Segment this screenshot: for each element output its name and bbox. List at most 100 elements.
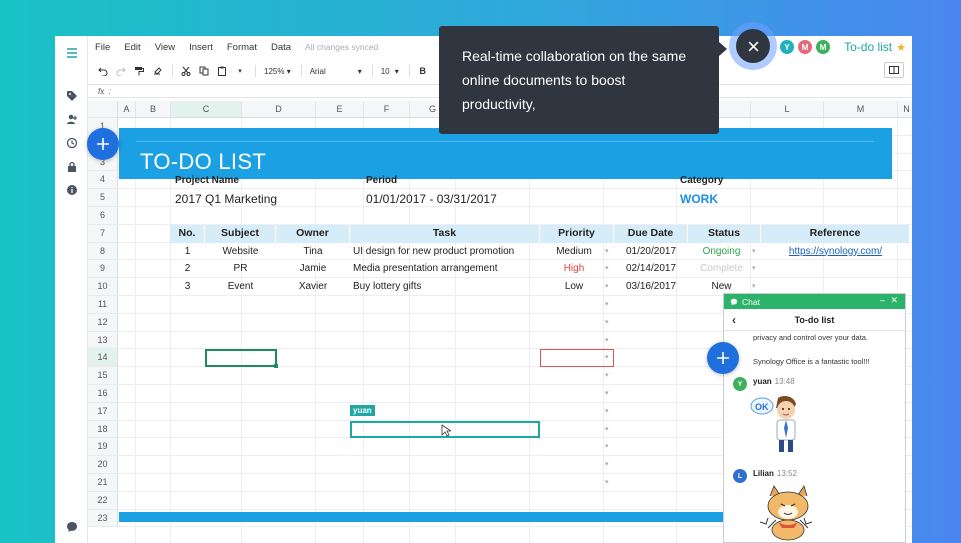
clear-format-icon[interactable] [149, 64, 165, 78]
period-value[interactable]: 01/01/2017 - 03/31/2017 [366, 192, 586, 206]
tag-icon[interactable] [64, 88, 79, 103]
task-description[interactable]: Media presentation arrangement [353, 263, 539, 274]
chevron-down-icon[interactable]: ▾ [605, 442, 609, 450]
column-header[interactable]: D [242, 101, 316, 118]
task-number[interactable]: 3 [170, 281, 205, 292]
cut-icon[interactable] [178, 64, 194, 78]
row-header[interactable]: 13 [88, 331, 118, 350]
row-header[interactable]: 15 [88, 367, 118, 385]
row-header[interactable]: 5 [88, 189, 118, 207]
task-owner[interactable]: Tina [276, 246, 350, 257]
row-header[interactable]: 8 [88, 242, 118, 261]
font-select[interactable]: Arial ▾ [307, 64, 365, 78]
chevron-down-icon[interactable]: ▾ [752, 282, 756, 290]
row-header[interactable]: 12 [88, 313, 118, 332]
row-header[interactable]: 9 [88, 260, 118, 279]
menu-icon[interactable] [64, 45, 79, 60]
add-user-icon[interactable] [64, 111, 79, 126]
avatar[interactable]: M [816, 40, 831, 54]
task-status[interactable]: New [688, 281, 755, 292]
chevron-down-icon[interactable]: ▾ [605, 318, 609, 326]
undo-icon[interactable] [95, 64, 111, 78]
chevron-down-icon[interactable]: ▾ [605, 282, 609, 290]
back-arrow-icon[interactable]: ‹ [732, 309, 736, 331]
table-header[interactable]: Subject [205, 224, 276, 243]
chevron-down-icon[interactable]: ▾ [605, 336, 609, 344]
table-header[interactable]: Owner [276, 224, 350, 243]
avatar[interactable]: Y [780, 40, 795, 54]
history-icon[interactable] [64, 135, 79, 150]
chevron-down-icon[interactable]: ▾ [605, 460, 609, 468]
row-header[interactable]: 6 [88, 207, 118, 225]
redo-icon[interactable] [113, 64, 129, 78]
column-header[interactable]: L [751, 101, 824, 118]
task-due-date[interactable]: 02/14/2017 [614, 263, 688, 274]
chevron-down-icon[interactable]: ▾ [605, 247, 609, 255]
close-chat-icon[interactable]: ✕ [890, 295, 898, 306]
row-header[interactable]: 10 [88, 278, 118, 296]
star-icon[interactable]: ★ [896, 41, 906, 54]
row-header[interactable]: 7 [88, 224, 118, 243]
column-header[interactable]: C [171, 101, 242, 118]
row-header[interactable]: 17 [88, 402, 118, 421]
close-tooltip-button[interactable] [736, 29, 770, 63]
chevron-down-icon[interactable]: ▾ [605, 478, 609, 486]
task-description[interactable]: Buy lottery gifts [353, 281, 539, 292]
row-header[interactable]: 14 [88, 349, 118, 368]
category-value[interactable]: WORK [680, 192, 780, 206]
menu-insert[interactable]: Insert [189, 42, 213, 53]
bold-icon[interactable]: B [415, 64, 431, 78]
chevron-down-icon[interactable]: ▾ [752, 247, 756, 255]
task-priority[interactable]: High [540, 263, 608, 274]
avatar[interactable]: M [798, 40, 813, 54]
task-due-date[interactable]: 01/20/2017 [614, 246, 688, 257]
task-number[interactable]: 2 [170, 263, 205, 274]
project-label[interactable]: Project Name [175, 175, 335, 186]
chevron-down-icon[interactable]: ▾ [605, 425, 609, 433]
info-icon[interactable] [64, 182, 79, 197]
paste-dropdown-icon[interactable]: ▾ [232, 64, 248, 78]
side-panel-toggle-icon[interactable] [884, 62, 904, 78]
period-label[interactable]: Period [366, 175, 526, 186]
column-header[interactable]: E [316, 101, 364, 118]
row-header[interactable]: 19 [88, 438, 118, 457]
chevron-down-icon[interactable]: ▾ [605, 264, 609, 272]
row-header[interactable]: 18 [88, 420, 118, 439]
table-header[interactable]: Status [688, 224, 761, 243]
table-header[interactable]: Priority [540, 224, 614, 243]
minimize-icon[interactable]: – [880, 295, 885, 305]
fill-handle[interactable] [274, 364, 278, 369]
menu-file[interactable]: File [95, 42, 110, 53]
lock-icon[interactable] [64, 159, 79, 174]
column-header[interactable]: B [136, 101, 171, 118]
row-header[interactable]: 23 [88, 509, 118, 528]
selected-cell[interactable] [205, 349, 277, 368]
menu-data[interactable]: Data [271, 42, 291, 53]
task-priority[interactable]: Low [540, 281, 608, 292]
task-description[interactable]: UI design for new product promotion [353, 246, 539, 257]
row-header[interactable]: 21 [88, 474, 118, 492]
task-subject[interactable]: Website [205, 246, 276, 257]
task-status[interactable]: Ongoing [688, 246, 755, 257]
row-header[interactable]: 16 [88, 385, 118, 403]
row-header[interactable]: 11 [88, 296, 118, 314]
column-header[interactable]: M [824, 101, 898, 118]
add-button[interactable] [707, 342, 739, 374]
column-header[interactable]: A [118, 101, 136, 118]
row-header[interactable]: 22 [88, 491, 118, 510]
chevron-down-icon[interactable]: ▾ [752, 264, 756, 272]
collaborator-cursor-cell[interactable] [540, 349, 614, 368]
row-header[interactable]: 4 [88, 171, 118, 190]
task-due-date[interactable]: 03/16/2017 [614, 281, 688, 292]
chevron-down-icon[interactable]: ▾ [605, 389, 609, 397]
chevron-down-icon[interactable]: ▾ [605, 407, 609, 415]
add-button[interactable] [87, 128, 119, 160]
task-reference-link[interactable]: https://synology.com/ [761, 246, 910, 257]
table-header[interactable]: No. [170, 224, 205, 243]
row-header[interactable]: 20 [88, 456, 118, 474]
task-number[interactable]: 1 [170, 246, 205, 257]
task-subject[interactable]: Event [205, 281, 276, 292]
chevron-down-icon[interactable]: ▾ [605, 371, 609, 379]
menu-format[interactable]: Format [227, 42, 257, 53]
task-owner[interactable]: Jamie [276, 263, 350, 274]
